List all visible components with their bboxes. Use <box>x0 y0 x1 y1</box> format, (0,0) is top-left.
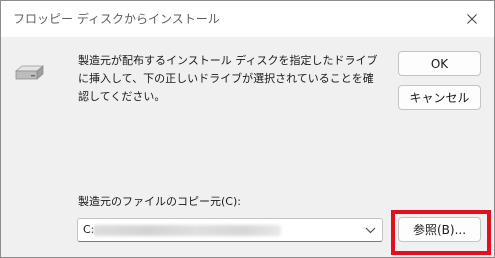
close-button[interactable] <box>450 1 494 37</box>
close-icon <box>467 14 477 24</box>
redacted-path <box>93 225 281 236</box>
ok-button[interactable]: OK <box>398 51 481 76</box>
install-from-disk-dialog: フロッピー ディスクからインストール 製造元が配布するインストール ディスクを指… <box>0 0 495 258</box>
floppy-drive-icon <box>15 65 44 80</box>
instruction-message: 製造元が配布するインストール ディスクを指定したドライブに挿入して、下の正しいド… <box>78 54 378 103</box>
dialog-title: フロッピー ディスクからインストール <box>13 12 220 26</box>
copy-from-label: 製造元のファイルのコピー元(C): <box>78 195 241 208</box>
title-bar: フロッピー ディスクからインストール <box>1 1 494 37</box>
browse-button[interactable]: 参照(B)... <box>398 217 481 242</box>
chevron-down-icon[interactable] <box>365 226 376 234</box>
cancel-button[interactable]: キャンセル <box>398 85 481 110</box>
copy-from-combobox[interactable]: C: <box>77 218 383 242</box>
